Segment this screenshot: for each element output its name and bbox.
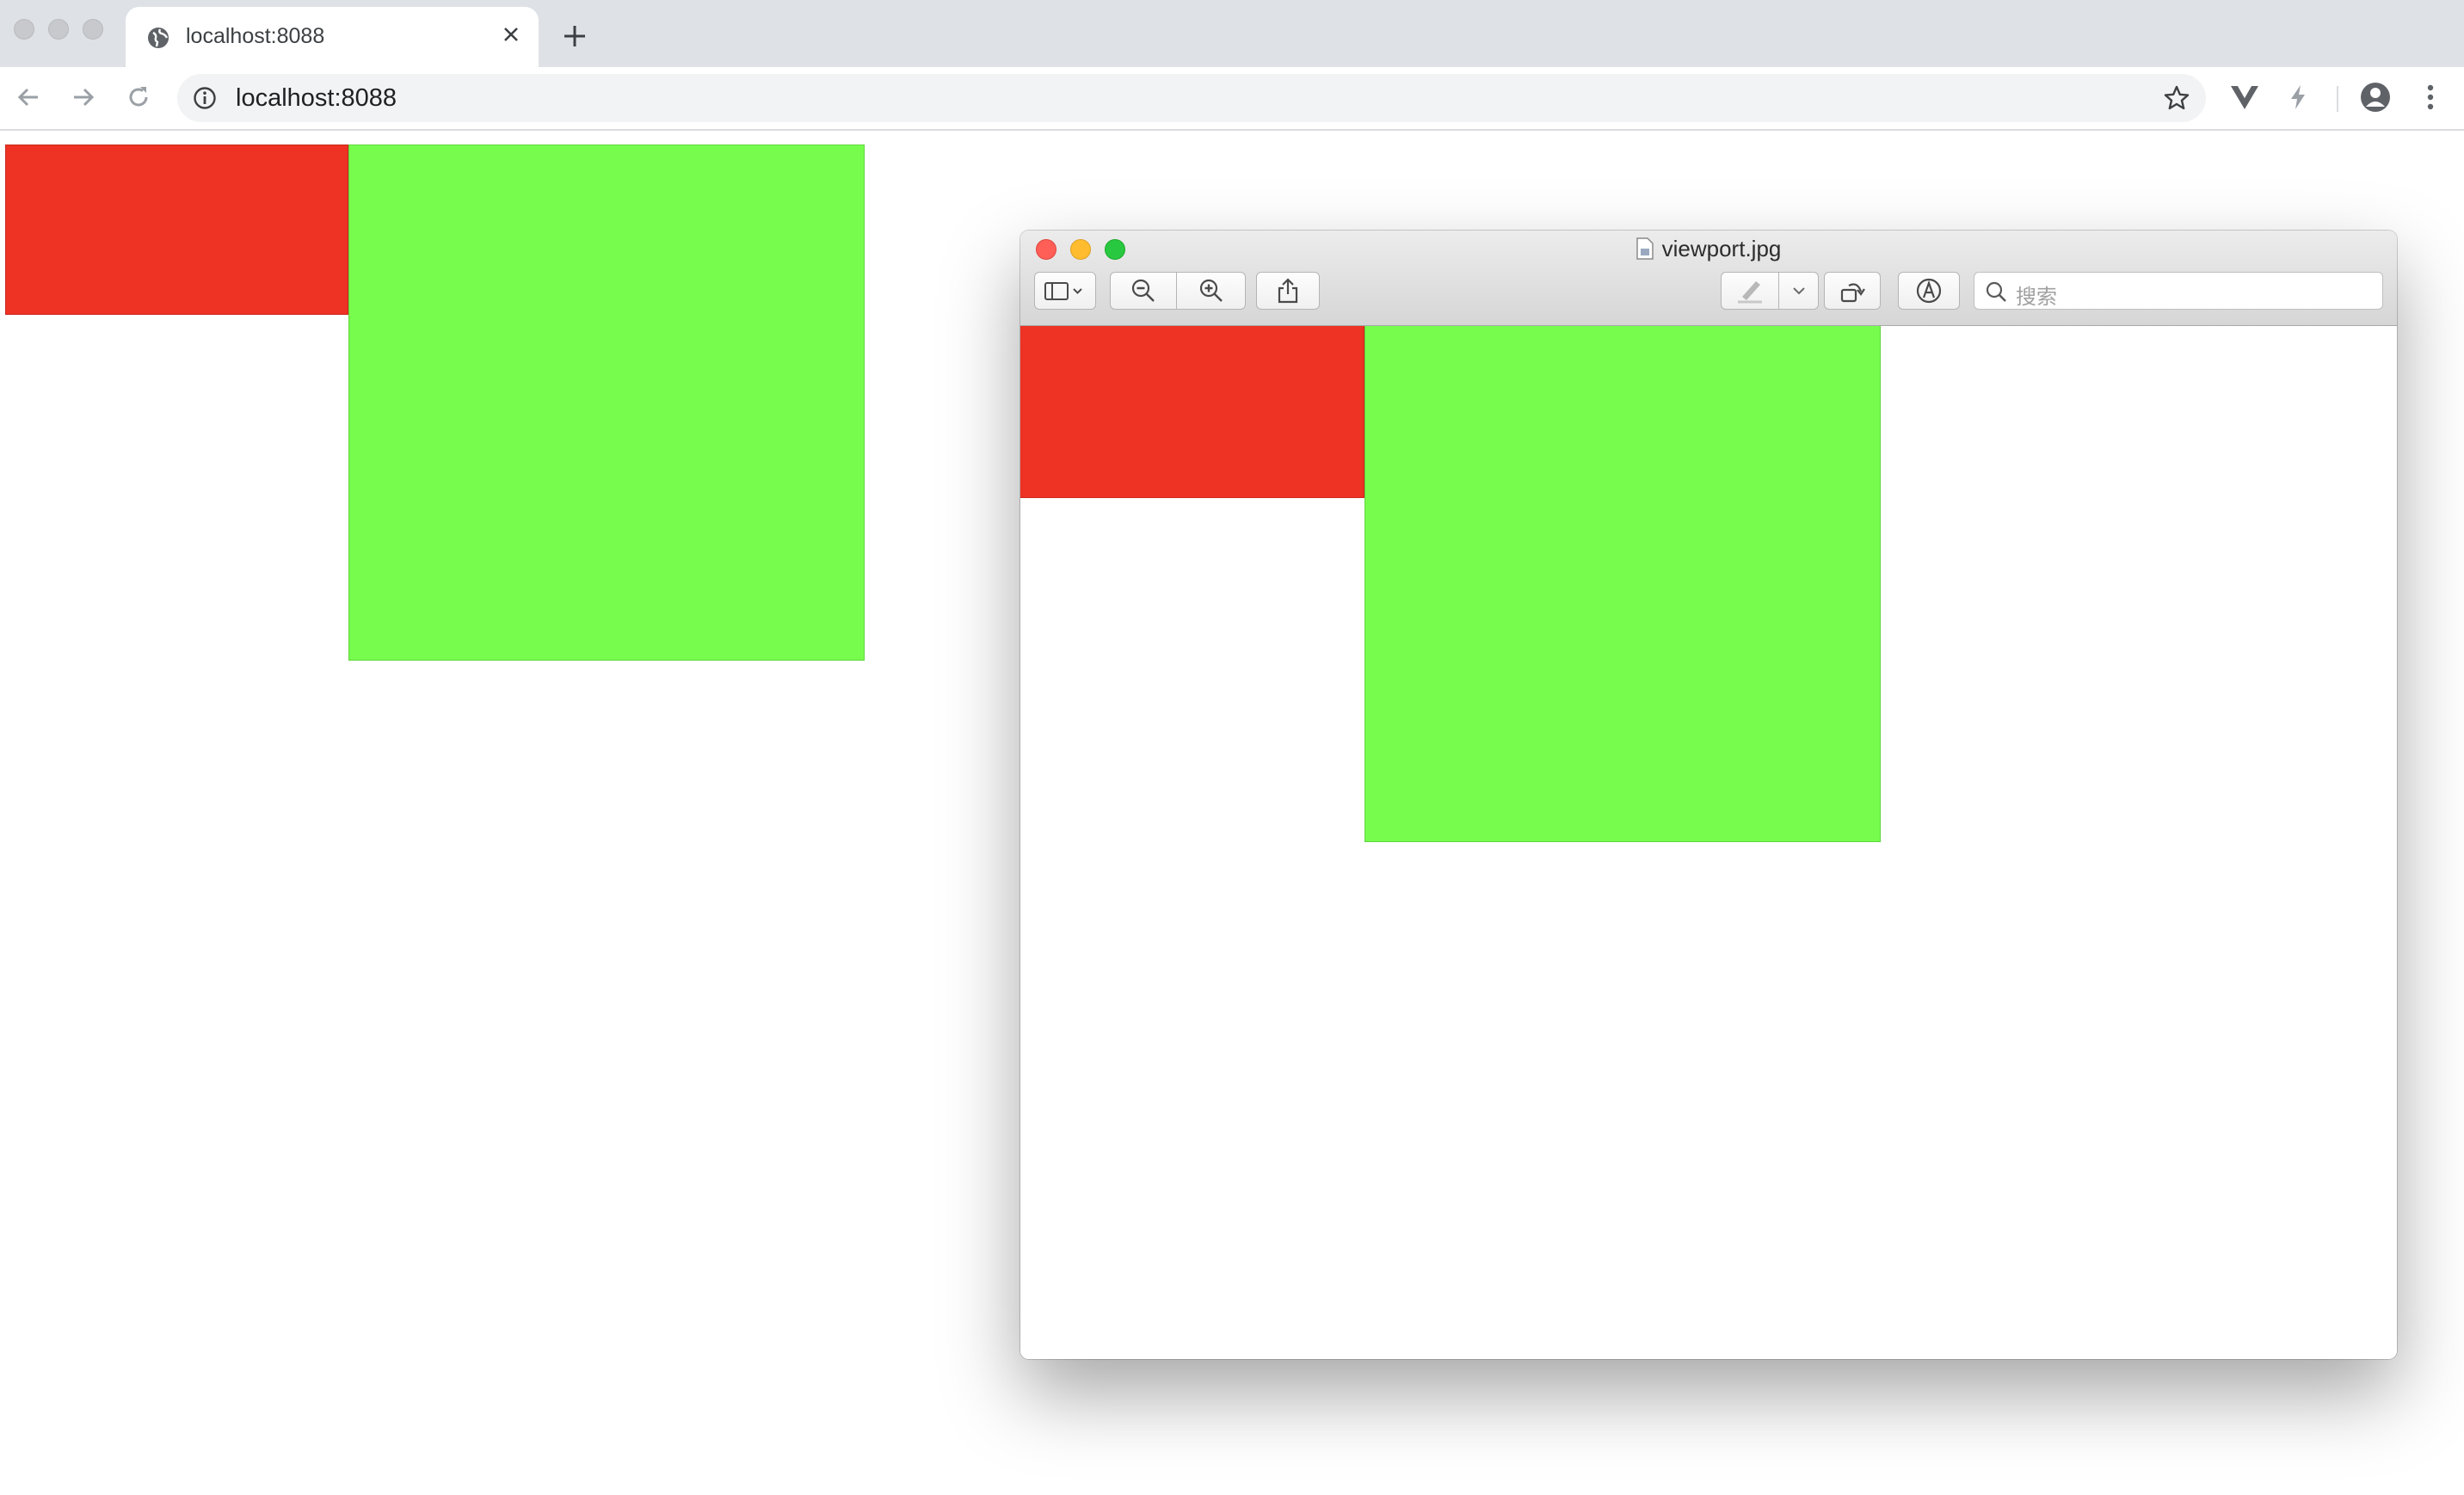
forward-button[interactable] bbox=[65, 79, 102, 115]
window-minimize-button[interactable] bbox=[48, 19, 69, 40]
tab-title: localhost:8088 bbox=[186, 24, 325, 48]
close-icon bbox=[504, 28, 518, 41]
globe-icon bbox=[148, 28, 169, 48]
reload-icon bbox=[129, 87, 148, 107]
preview-window: viewport.jpg 搜索 bbox=[1020, 231, 2397, 1359]
chevron-down-icon bbox=[1792, 287, 1805, 295]
search-icon bbox=[1986, 281, 2006, 302]
window-zoom-button[interactable] bbox=[83, 19, 103, 40]
info-icon[interactable] bbox=[193, 86, 217, 110]
reload-button[interactable] bbox=[120, 79, 157, 115]
star-icon[interactable] bbox=[2163, 84, 2190, 112]
new-tab-button[interactable] bbox=[557, 19, 592, 53]
red-block bbox=[5, 145, 348, 315]
account-icon bbox=[2361, 83, 2390, 112]
preview-red-block bbox=[1020, 326, 1364, 498]
zoom-in-button[interactable] bbox=[1177, 272, 1246, 310]
share-icon bbox=[1278, 278, 1298, 304]
back-button[interactable] bbox=[10, 79, 46, 115]
preview-title: viewport.jpg bbox=[1020, 236, 2397, 262]
search-field[interactable]: 搜索 bbox=[1974, 272, 2383, 310]
zoom-out-icon bbox=[1131, 279, 1155, 302]
preview-image-area bbox=[1020, 326, 2397, 1359]
browser-tab-strip: localhost:8088 bbox=[0, 0, 2464, 69]
sidebar-icon bbox=[1044, 282, 1082, 300]
markup-pen-icon bbox=[1916, 278, 1942, 304]
markup-button[interactable] bbox=[1898, 272, 1960, 310]
rotate-icon bbox=[1840, 283, 1865, 303]
highlighter-icon bbox=[1738, 281, 1762, 304]
address-bar[interactable]: localhost:8088 bbox=[177, 74, 2206, 122]
vue-icon bbox=[2231, 86, 2258, 109]
address-url[interactable]: localhost:8088 bbox=[236, 84, 397, 113]
green-block bbox=[348, 145, 865, 661]
preview-green-block bbox=[1364, 326, 1881, 842]
toolbar-divider bbox=[2337, 86, 2338, 112]
preview-titlebar: viewport.jpg 搜索 bbox=[1020, 231, 2397, 326]
browser-toolbar: localhost:8088 bbox=[0, 67, 2464, 131]
more-vert-icon bbox=[2427, 84, 2434, 110]
plus-icon bbox=[564, 26, 585, 46]
window-close-button[interactable] bbox=[14, 19, 34, 40]
zoom-out-button[interactable] bbox=[1110, 272, 1177, 310]
preview-title-text: viewport.jpg bbox=[1661, 236, 1782, 261]
highlight-menu-button[interactable] bbox=[1779, 272, 1819, 310]
browser-tab[interactable]: localhost:8088 bbox=[126, 7, 539, 69]
chrome-menu-button[interactable] bbox=[2412, 79, 2449, 115]
search-placeholder: 搜索 bbox=[2016, 286, 2057, 309]
share-button[interactable] bbox=[1256, 272, 1320, 310]
profile-button[interactable] bbox=[2357, 79, 2393, 115]
arrow-left-icon bbox=[17, 88, 38, 107]
tab-close-button[interactable] bbox=[496, 19, 527, 50]
vue-devtools-extension-icon[interactable] bbox=[2227, 79, 2263, 115]
rotate-button[interactable] bbox=[1824, 272, 1881, 310]
arrow-right-icon bbox=[74, 88, 95, 107]
sidebar-toggle-button[interactable] bbox=[1034, 272, 1096, 310]
zoom-in-icon bbox=[1199, 279, 1223, 302]
image-file-icon bbox=[1635, 237, 1654, 260]
highlight-button[interactable] bbox=[1721, 272, 1779, 310]
lightning-icon bbox=[2291, 85, 2305, 109]
lightning-extension-icon[interactable] bbox=[2280, 79, 2316, 115]
